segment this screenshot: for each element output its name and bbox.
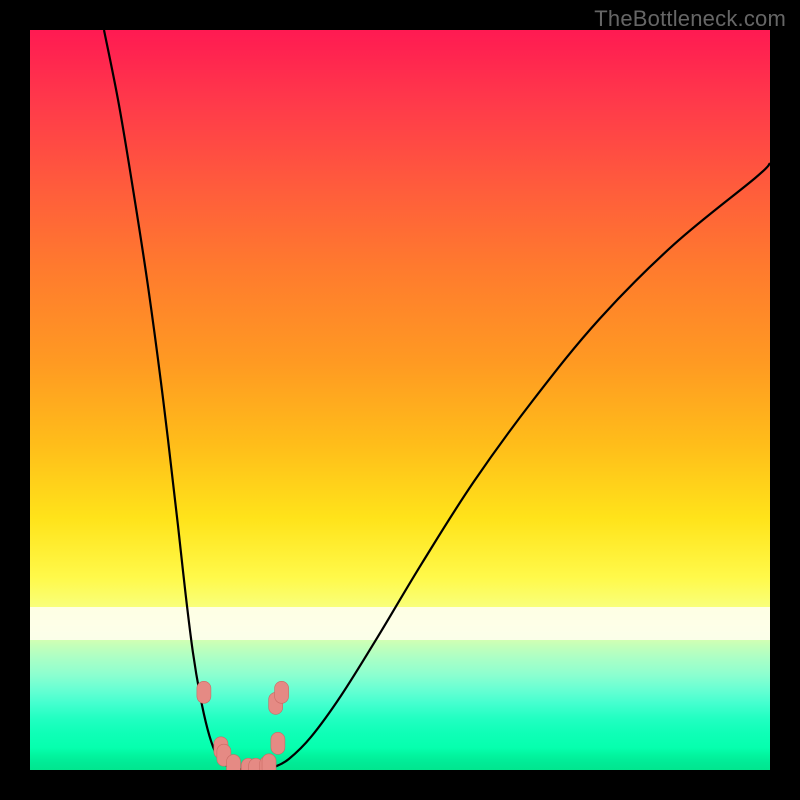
watermark-text: TheBottleneck.com — [594, 6, 786, 32]
plot-area — [30, 30, 770, 770]
data-marker — [262, 754, 276, 770]
data-marker — [271, 732, 285, 754]
marker-group — [197, 681, 289, 770]
chart-container: TheBottleneck.com — [0, 0, 800, 800]
data-marker — [197, 681, 211, 703]
data-marker — [227, 755, 241, 770]
data-marker — [275, 681, 289, 703]
bottleneck-curve-path — [104, 30, 770, 770]
bottleneck-curve-svg — [30, 30, 770, 770]
